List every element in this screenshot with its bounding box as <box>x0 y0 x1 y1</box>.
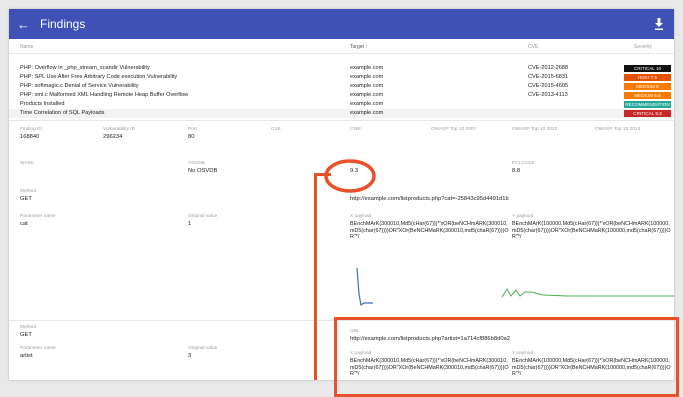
owasp-2007-label: OWASP Top 10 2007 <box>431 127 477 132</box>
column-header-name[interactable]: Name <box>20 44 33 50</box>
column-header-severity[interactable]: Severity <box>634 44 652 50</box>
finding-cve: CVE-2012-2688 <box>528 65 569 71</box>
finding-target: example.com <box>350 92 384 98</box>
severity-badge: MEDIUM 6.8 <box>624 91 671 99</box>
annotation-circle <box>324 159 376 193</box>
cve-label: CVE <box>271 127 281 132</box>
severity-badge: HIGH 7.5 <box>624 73 671 81</box>
severity-badge: CRITICAL 10 <box>624 64 671 72</box>
finding-name: PHP: softmagic.c Denial of Service Vulne… <box>20 83 139 89</box>
divider <box>9 120 674 121</box>
finding-target: example.com <box>350 101 384 107</box>
osvdb-value: No OSVDB <box>188 168 218 174</box>
original-value: 1 <box>188 221 192 227</box>
y-payload-value: BEnchMArK(100000,Md5(cHar(67)))*'xOR(beN… <box>512 221 671 241</box>
parameter-name-value: artist <box>20 353 33 359</box>
osvdb-label: OSVDB <box>188 161 205 166</box>
y-payload-label: Y payload <box>512 214 534 219</box>
method-label: Method <box>20 189 36 194</box>
x-payload-label: X payload <box>350 214 372 219</box>
finding-name: PHP: Overflow in _php_stream_scandir Vul… <box>20 65 150 71</box>
finding-name: PHP: SPL Use After Free Arbitrary Code e… <box>20 74 178 80</box>
finding-id-value: 168840 <box>20 134 40 140</box>
severity-badge: RECOMMENDATION <box>624 100 671 108</box>
table-row[interactable]: Products Installed example.com RECOMMEND… <box>9 100 674 109</box>
pci-cvss-value: 8.8 <box>512 168 521 174</box>
finding-cve: CVE-2015-4605 <box>528 83 569 89</box>
port-label: Port <box>188 127 197 132</box>
finding-target: example.com <box>350 110 384 116</box>
arrow-left-icon[interactable]: ← <box>17 18 31 31</box>
download-icon[interactable] <box>653 17 665 31</box>
parameter-name-label: Parameter name <box>20 214 56 219</box>
annotation-connector <box>316 173 331 176</box>
pci-cvss-label: PCI CVSS <box>512 161 535 166</box>
parameter-name-value: cat <box>20 221 28 227</box>
column-header-cve[interactable]: CVE <box>528 44 538 50</box>
annotation-box <box>334 317 679 397</box>
original-value-label: Original value <box>188 214 218 219</box>
app-bar: ← Findings <box>9 9 674 39</box>
method-label: Method <box>20 325 36 330</box>
method-value: GET <box>20 196 32 202</box>
page-title: Findings <box>40 17 86 31</box>
method-value: GET <box>20 332 32 338</box>
y-response-time-graph <box>501 288 674 298</box>
finding-cve: CVE-2013-4113 <box>528 92 568 98</box>
finding-name: Time Correlation of SQL Payloads <box>20 110 105 116</box>
finding-target: example.com <box>350 74 384 80</box>
port-value: 80 <box>188 134 195 140</box>
finding-cve: CVE-2015-6831 <box>528 74 569 80</box>
x-payload-value: BEnchMArK(300010,Md5(cHar(67)))*'xOR(beN… <box>350 221 509 241</box>
finding-id-label: Finding ID <box>20 127 42 132</box>
severity-badge: MEDIUM 5 <box>624 82 671 90</box>
owasp-2010-label: OWASP Top 10 2010 <box>512 127 558 132</box>
owasp-2013-label: OWASP Top 10 2013 <box>595 127 641 132</box>
original-value: 3 <box>188 353 192 359</box>
table-row[interactable]: PHP: xml.c Malformed XML Handling Remote… <box>9 91 674 100</box>
x-response-time-graph <box>356 267 373 307</box>
table-row[interactable]: PHP: SPL Use After Free Arbitrary Code e… <box>9 73 674 82</box>
table-row-selected[interactable]: Time Correlation of SQL Payloads example… <box>9 109 674 118</box>
divider <box>9 53 674 54</box>
finding-name: Products Installed <box>20 101 65 107</box>
original-value-label: Original value <box>188 346 218 351</box>
finding-target: example.com <box>350 83 384 89</box>
finding-name: PHP: xml.c Malformed XML Handling Remote… <box>20 92 189 98</box>
severity-badge: CRITICAL 9.3 <box>624 109 671 117</box>
vulnerability-id-label: Vulnerability ID <box>103 127 136 132</box>
parameter-name-label: Parameter name <box>20 346 56 351</box>
wasc-label: WASC <box>20 161 35 166</box>
column-header-target[interactable]: Target ↑ <box>350 44 368 50</box>
table-row[interactable]: PHP: softmagic.c Denial of Service Vulne… <box>9 82 674 91</box>
finding-target: example.com <box>350 65 384 71</box>
vulnerability-id-value: 296234 <box>103 134 123 140</box>
cwe-label: CWE <box>350 127 362 132</box>
table-row[interactable]: PHP: Overflow in _php_stream_scandir Vul… <box>9 64 674 73</box>
url-value[interactable]: http://example.com/listproducts.php?cat=… <box>350 196 509 202</box>
annotation-connector <box>314 173 317 380</box>
